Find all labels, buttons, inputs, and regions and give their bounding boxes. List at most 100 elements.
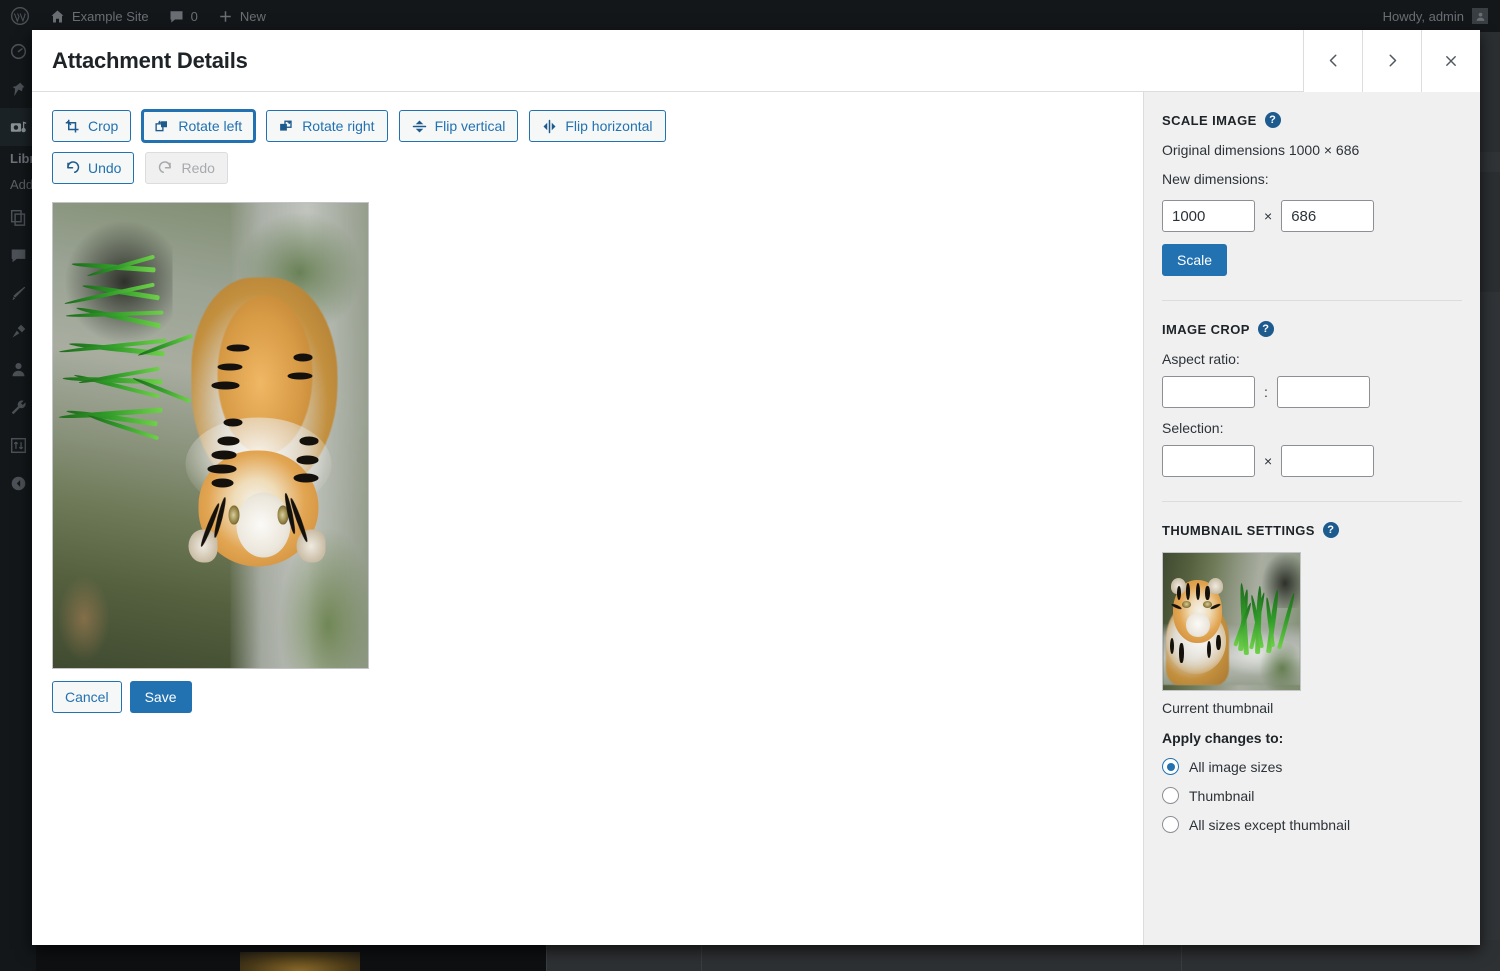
radio-all-image-sizes[interactable]: All image sizes <box>1162 758 1462 775</box>
sidebar-item-tools[interactable] <box>0 388 36 426</box>
image-crop-title: Image Crop <box>1162 321 1250 337</box>
radio-thumbnail[interactable]: Thumbnail <box>1162 787 1462 804</box>
current-thumbnail-tiger-image <box>1163 553 1300 690</box>
redo-button[interactable]: Redo <box>145 152 228 184</box>
wp-logo-menu[interactable] <box>0 0 40 32</box>
sidebar-submenu-library[interactable]: Library <box>0 146 36 172</box>
selection-height-input[interactable] <box>1281 445 1375 477</box>
scale-width-input[interactable] <box>1162 200 1255 232</box>
flip-horizontal-icon <box>543 119 556 133</box>
close-x-icon <box>1446 55 1456 66</box>
radio-all-image-sizes-label: All image sizes <box>1189 758 1283 775</box>
plus-icon <box>220 10 231 22</box>
flip-vertical-icon <box>412 120 426 132</box>
flip-horizontal-button[interactable]: Flip horizontal <box>529 110 666 142</box>
sidebar-item-collapse-menu[interactable] <box>0 464 36 502</box>
wp-admin-bar: Example Site 0 New Howdy, admin <box>0 0 1500 32</box>
aspect-ratio-row: : <box>1162 376 1462 408</box>
sidebar-item-media[interactable] <box>0 108 36 146</box>
radio-all-image-sizes-control[interactable] <box>1162 758 1179 775</box>
close-modal-button[interactable] <box>1421 29 1480 92</box>
thumbnail-help-icon[interactable]: ? <box>1322 522 1339 538</box>
sidebar-item-appearance[interactable] <box>0 274 36 312</box>
account-menu[interactable]: Howdy, admin <box>1383 8 1500 24</box>
modal-header-buttons <box>1303 29 1480 92</box>
scale-help-icon[interactable]: ? <box>1264 112 1281 128</box>
tools-wrench-icon <box>11 399 26 414</box>
undo-button-label: Undo <box>88 160 122 176</box>
admin-menu-sidebar: Library Add New Media File <box>0 32 36 971</box>
scale-image-title: Scale Image <box>1162 112 1257 128</box>
flip-vertical-button-label: Flip vertical <box>434 118 506 134</box>
aspect-ratio-width-input[interactable] <box>1162 376 1255 408</box>
settings-sliders-icon <box>10 437 26 453</box>
aspect-ratio-height-input[interactable] <box>1276 376 1370 408</box>
attachment-details-modal: Attachment Details Crop Rotate left Rota… <box>32 29 1480 945</box>
image-edit-canvas[interactable] <box>52 202 369 669</box>
scale-button[interactable]: Scale <box>1162 244 1228 276</box>
aspect-ratio-separator: : <box>1264 384 1268 400</box>
radio-thumbnail-label: Thumbnail <box>1189 787 1255 804</box>
new-content-menu[interactable]: New <box>208 0 276 32</box>
radio-all-except-thumbnail[interactable]: All sizes except thumbnail <box>1162 816 1462 833</box>
image-crop-heading: Image Crop ? <box>1162 321 1462 337</box>
dashboard-icon <box>10 43 26 59</box>
cancel-button[interactable]: Cancel <box>52 681 122 713</box>
scale-image-section: Scale Image ? Original dimensions 1000 ×… <box>1144 112 1480 276</box>
thumbnail-settings-title: Thumbnail Settings <box>1162 522 1315 538</box>
crop-help-icon[interactable]: ? <box>1257 321 1274 337</box>
undo-icon <box>67 160 80 173</box>
previous-attachment-button[interactable] <box>1303 29 1362 92</box>
sidebar-item-settings[interactable] <box>0 426 36 464</box>
radio-thumbnail-control[interactable] <box>1162 787 1179 804</box>
avatar <box>1472 8 1488 24</box>
media-camera-icon <box>10 121 26 132</box>
redo-button-label: Redo <box>181 160 215 176</box>
new-dimensions-row: × <box>1162 200 1462 232</box>
sidebar-item-pages[interactable] <box>0 198 36 236</box>
rotate-right-button[interactable]: Rotate right <box>266 110 388 142</box>
image-crop-section: Image Crop ? Aspect ratio: : Selection: … <box>1144 321 1480 477</box>
image-editor-pane: Crop Rotate left Rotate right Flip verti… <box>32 92 1143 945</box>
scale-height-input[interactable] <box>1281 200 1375 232</box>
sidebar-submenu-add-new[interactable]: Add New Media File <box>0 172 36 198</box>
flip-horizontal-button-label: Flip horizontal <box>565 118 653 134</box>
site-name-menu[interactable]: Example Site <box>40 0 159 32</box>
comments-menu[interactable]: 0 <box>159 0 208 32</box>
scale-image-heading: Scale Image ? <box>1162 112 1462 128</box>
original-dimensions-text: Original dimensions 1000 × 686 <box>1162 142 1360 158</box>
selection-width-input[interactable] <box>1162 445 1255 477</box>
thumbnail-settings-section: Thumbnail Settings ? <box>1144 522 1480 833</box>
rotate-left-button-label: Rotate left <box>178 118 243 134</box>
sidebar-item-dashboard[interactable] <box>0 32 36 70</box>
sidebar-item-users[interactable] <box>0 350 36 388</box>
users-icon <box>12 362 24 376</box>
radio-all-except-thumbnail-control[interactable] <box>1162 816 1179 833</box>
thumbnail-settings-heading: Thumbnail Settings ? <box>1162 522 1462 538</box>
image-edit-toolbar-history: Undo Redo <box>52 152 1123 184</box>
apply-changes-label: Apply changes to: <box>1162 730 1284 746</box>
crop-button-label: Crop <box>88 118 119 134</box>
current-thumbnail-preview <box>1162 552 1301 691</box>
rotate-left-button[interactable]: Rotate left <box>142 110 256 142</box>
sidebar-item-posts[interactable] <box>0 70 36 108</box>
comments-icon <box>11 249 25 262</box>
selection-label: Selection: <box>1162 420 1224 436</box>
comment-bubble-icon <box>170 10 183 22</box>
site-name-label: Example Site <box>72 8 149 24</box>
save-button[interactable]: Save <box>129 681 192 713</box>
crop-button[interactable]: Crop <box>52 110 132 142</box>
modal-body: Crop Rotate left Rotate right Flip verti… <box>32 92 1480 945</box>
sidebar-item-comments[interactable] <box>0 236 36 274</box>
flip-vertical-button[interactable]: Flip vertical <box>398 110 519 142</box>
undo-button[interactable]: Undo <box>52 152 135 184</box>
image-settings-pane: Scale Image ? Original dimensions 1000 ×… <box>1143 92 1480 945</box>
thumbnail-caption: Current thumbnail <box>1162 700 1274 716</box>
next-attachment-button[interactable] <box>1362 29 1421 92</box>
howdy-label: Howdy, admin <box>1382 8 1464 24</box>
sidebar-item-plugins[interactable] <box>0 312 36 350</box>
rotate-left-icon <box>155 120 168 131</box>
selection-separator: × <box>1264 453 1273 469</box>
editor-action-buttons: Cancel Save <box>52 681 1123 713</box>
new-dimensions-label: New dimensions: <box>1162 171 1269 187</box>
